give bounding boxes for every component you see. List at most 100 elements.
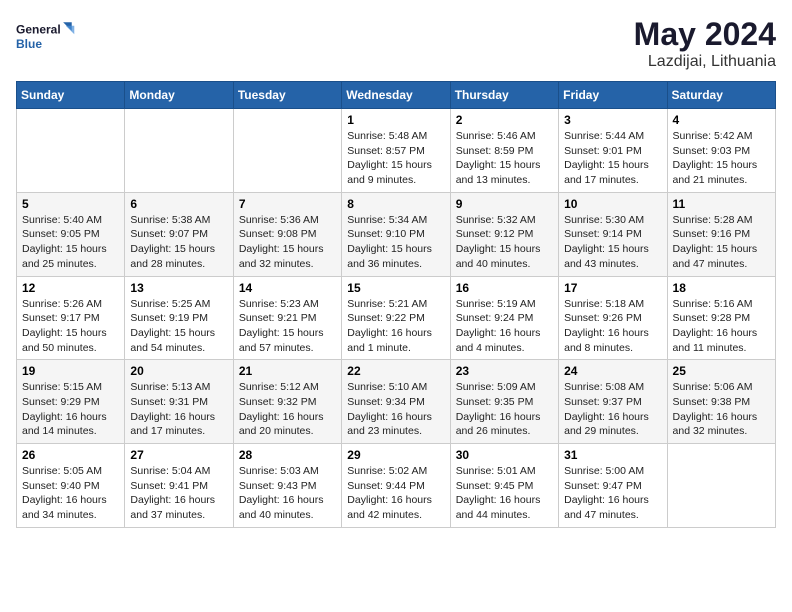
- calendar-cell: 15 Sunrise: 5:21 AM Sunset: 9:22 PM Dayli…: [342, 276, 450, 360]
- calendar-cell: 27 Sunrise: 5:04 AM Sunset: 9:41 PM Dayli…: [125, 444, 233, 528]
- svg-text:General: General: [16, 22, 61, 36]
- calendar-week-row: 12Sunrise: 5:26 AM Sunset: 9:17 PM Dayli…: [17, 276, 776, 360]
- day-info: Sunrise: 5:05 AM Sunset: 9:40 PM Dayligh…: [22, 464, 119, 523]
- calendar-cell: 20 Sunrise: 5:13 AM Sunset: 9:31 PM Dayli…: [125, 360, 233, 444]
- weekday-header-sunday: Sunday: [17, 82, 125, 109]
- calendar-cell: 11 Sunrise: 5:28 AM Sunset: 9:16 PM Dayli…: [667, 192, 775, 276]
- day-number: 29: [347, 448, 444, 462]
- weekday-header-thursday: Thursday: [450, 82, 558, 109]
- calendar-cell: 16 Sunrise: 5:19 AM Sunset: 9:24 PM Dayli…: [450, 276, 558, 360]
- weekday-header-wednesday: Wednesday: [342, 82, 450, 109]
- calendar-cell: 13 Sunrise: 5:25 AM Sunset: 9:19 PM Dayli…: [125, 276, 233, 360]
- day-info: Sunrise: 5:32 AM Sunset: 9:12 PM Dayligh…: [456, 213, 553, 272]
- day-info: Sunrise: 5:15 AM Sunset: 9:29 PM Dayligh…: [22, 380, 119, 439]
- day-number: 1: [347, 113, 444, 127]
- calendar-cell: 31 Sunrise: 5:00 AM Sunset: 9:47 PM Dayli…: [559, 444, 667, 528]
- calendar-cell: 21 Sunrise: 5:12 AM Sunset: 9:32 PM Dayli…: [233, 360, 341, 444]
- day-number: 9: [456, 197, 553, 211]
- day-info: Sunrise: 5:09 AM Sunset: 9:35 PM Dayligh…: [456, 380, 553, 439]
- calendar-cell: 4 Sunrise: 5:42 AM Sunset: 9:03 PM Daylig…: [667, 109, 775, 193]
- day-info: Sunrise: 5:23 AM Sunset: 9:21 PM Dayligh…: [239, 297, 336, 356]
- day-number: 15: [347, 281, 444, 295]
- day-number: 30: [456, 448, 553, 462]
- calendar-cell: 26 Sunrise: 5:05 AM Sunset: 9:40 PM Dayli…: [17, 444, 125, 528]
- weekday-header-friday: Friday: [559, 82, 667, 109]
- calendar-cell: 8 Sunrise: 5:34 AM Sunset: 9:10 PM Daylig…: [342, 192, 450, 276]
- calendar-week-row: 5 Sunrise: 5:40 AM Sunset: 9:05 PM Daylig…: [17, 192, 776, 276]
- day-number: 17: [564, 281, 661, 295]
- day-number: 19: [22, 364, 119, 378]
- day-info: Sunrise: 5:42 AM Sunset: 9:03 PM Dayligh…: [673, 129, 770, 188]
- day-info: Sunrise: 5:08 AM Sunset: 9:37 PM Dayligh…: [564, 380, 661, 439]
- day-info: Sunrise: 5:21 AM Sunset: 9:22 PM Dayligh…: [347, 297, 444, 356]
- calendar-cell: [233, 109, 341, 193]
- calendar-week-row: 26 Sunrise: 5:05 AM Sunset: 9:40 PM Dayli…: [17, 444, 776, 528]
- day-number: 20: [130, 364, 227, 378]
- title-block: May 2024 Lazdijai, Lithuania: [634, 16, 776, 71]
- day-info: Sunrise: 5:01 AM Sunset: 9:45 PM Dayligh…: [456, 464, 553, 523]
- day-info: Sunrise: 5:40 AM Sunset: 9:05 PM Dayligh…: [22, 213, 119, 272]
- day-number: 11: [673, 197, 770, 211]
- day-info: Sunrise: 5:28 AM Sunset: 9:16 PM Dayligh…: [673, 213, 770, 272]
- calendar-cell: 14 Sunrise: 5:23 AM Sunset: 9:21 PM Dayli…: [233, 276, 341, 360]
- calendar-week-row: 1 Sunrise: 5:48 AM Sunset: 8:57 PM Daylig…: [17, 109, 776, 193]
- calendar-cell: 29 Sunrise: 5:02 AM Sunset: 9:44 PM Dayli…: [342, 444, 450, 528]
- day-number: 8: [347, 197, 444, 211]
- weekday-header-row: SundayMondayTuesdayWednesdayThursdayFrid…: [17, 82, 776, 109]
- day-number: 18: [673, 281, 770, 295]
- day-number: 23: [456, 364, 553, 378]
- day-info: Sunrise: 5:30 AM Sunset: 9:14 PM Dayligh…: [564, 213, 661, 272]
- location-title: Lazdijai, Lithuania: [634, 53, 776, 71]
- logo-svg: General Blue: [16, 16, 76, 56]
- day-number: 2: [456, 113, 553, 127]
- calendar-cell: 19 Sunrise: 5:15 AM Sunset: 9:29 PM Dayli…: [17, 360, 125, 444]
- calendar-cell: [125, 109, 233, 193]
- calendar-cell: 30 Sunrise: 5:01 AM Sunset: 9:45 PM Dayli…: [450, 444, 558, 528]
- page-header: General Blue May 2024 Lazdijai, Lithuani…: [16, 16, 776, 71]
- day-info: Sunrise: 5:18 AM Sunset: 9:26 PM Dayligh…: [564, 297, 661, 356]
- day-number: 27: [130, 448, 227, 462]
- day-info: Sunrise: 5:02 AM Sunset: 9:44 PM Dayligh…: [347, 464, 444, 523]
- day-info: Sunrise: 5:19 AM Sunset: 9:24 PM Dayligh…: [456, 297, 553, 356]
- calendar-cell: 22 Sunrise: 5:10 AM Sunset: 9:34 PM Dayli…: [342, 360, 450, 444]
- day-info: Sunrise: 5:25 AM Sunset: 9:19 PM Dayligh…: [130, 297, 227, 356]
- day-number: 21: [239, 364, 336, 378]
- day-info: Sunrise: 5:46 AM Sunset: 8:59 PM Dayligh…: [456, 129, 553, 188]
- day-number: 13: [130, 281, 227, 295]
- day-number: 14: [239, 281, 336, 295]
- day-info: Sunrise: 5:12 AM Sunset: 9:32 PM Dayligh…: [239, 380, 336, 439]
- weekday-header-monday: Monday: [125, 82, 233, 109]
- day-info: Sunrise: 5:48 AM Sunset: 8:57 PM Dayligh…: [347, 129, 444, 188]
- day-number: 12: [22, 281, 119, 295]
- day-number: 5: [22, 197, 119, 211]
- day-info: Sunrise: 5:13 AM Sunset: 9:31 PM Dayligh…: [130, 380, 227, 439]
- calendar-week-row: 19 Sunrise: 5:15 AM Sunset: 9:29 PM Dayli…: [17, 360, 776, 444]
- day-number: 16: [456, 281, 553, 295]
- calendar-cell: 17 Sunrise: 5:18 AM Sunset: 9:26 PM Dayli…: [559, 276, 667, 360]
- day-number: 26: [22, 448, 119, 462]
- day-number: 4: [673, 113, 770, 127]
- day-number: 22: [347, 364, 444, 378]
- calendar-cell: 24Sunrise: 5:08 AM Sunset: 9:37 PM Dayli…: [559, 360, 667, 444]
- calendar-cell: 25 Sunrise: 5:06 AM Sunset: 9:38 PM Dayli…: [667, 360, 775, 444]
- day-info: Sunrise: 5:00 AM Sunset: 9:47 PM Dayligh…: [564, 464, 661, 523]
- day-info: Sunrise: 5:10 AM Sunset: 9:34 PM Dayligh…: [347, 380, 444, 439]
- calendar-cell: [667, 444, 775, 528]
- day-info: Sunrise: 5:44 AM Sunset: 9:01 PM Dayligh…: [564, 129, 661, 188]
- calendar-cell: 9 Sunrise: 5:32 AM Sunset: 9:12 PM Daylig…: [450, 192, 558, 276]
- day-info: Sunrise: 5:36 AM Sunset: 9:08 PM Dayligh…: [239, 213, 336, 272]
- day-info: Sunrise: 5:38 AM Sunset: 9:07 PM Dayligh…: [130, 213, 227, 272]
- calendar-cell: 12Sunrise: 5:26 AM Sunset: 9:17 PM Dayli…: [17, 276, 125, 360]
- calendar-cell: 28Sunrise: 5:03 AM Sunset: 9:43 PM Dayli…: [233, 444, 341, 528]
- day-number: 25: [673, 364, 770, 378]
- day-info: Sunrise: 5:34 AM Sunset: 9:10 PM Dayligh…: [347, 213, 444, 272]
- day-number: 7: [239, 197, 336, 211]
- calendar-cell: 3Sunrise: 5:44 AM Sunset: 9:01 PM Daylig…: [559, 109, 667, 193]
- day-number: 10: [564, 197, 661, 211]
- day-info: Sunrise: 5:06 AM Sunset: 9:38 PM Dayligh…: [673, 380, 770, 439]
- day-info: Sunrise: 5:04 AM Sunset: 9:41 PM Dayligh…: [130, 464, 227, 523]
- day-number: 6: [130, 197, 227, 211]
- weekday-header-tuesday: Tuesday: [233, 82, 341, 109]
- calendar-cell: 10 Sunrise: 5:30 AM Sunset: 9:14 PM Dayli…: [559, 192, 667, 276]
- day-number: 31: [564, 448, 661, 462]
